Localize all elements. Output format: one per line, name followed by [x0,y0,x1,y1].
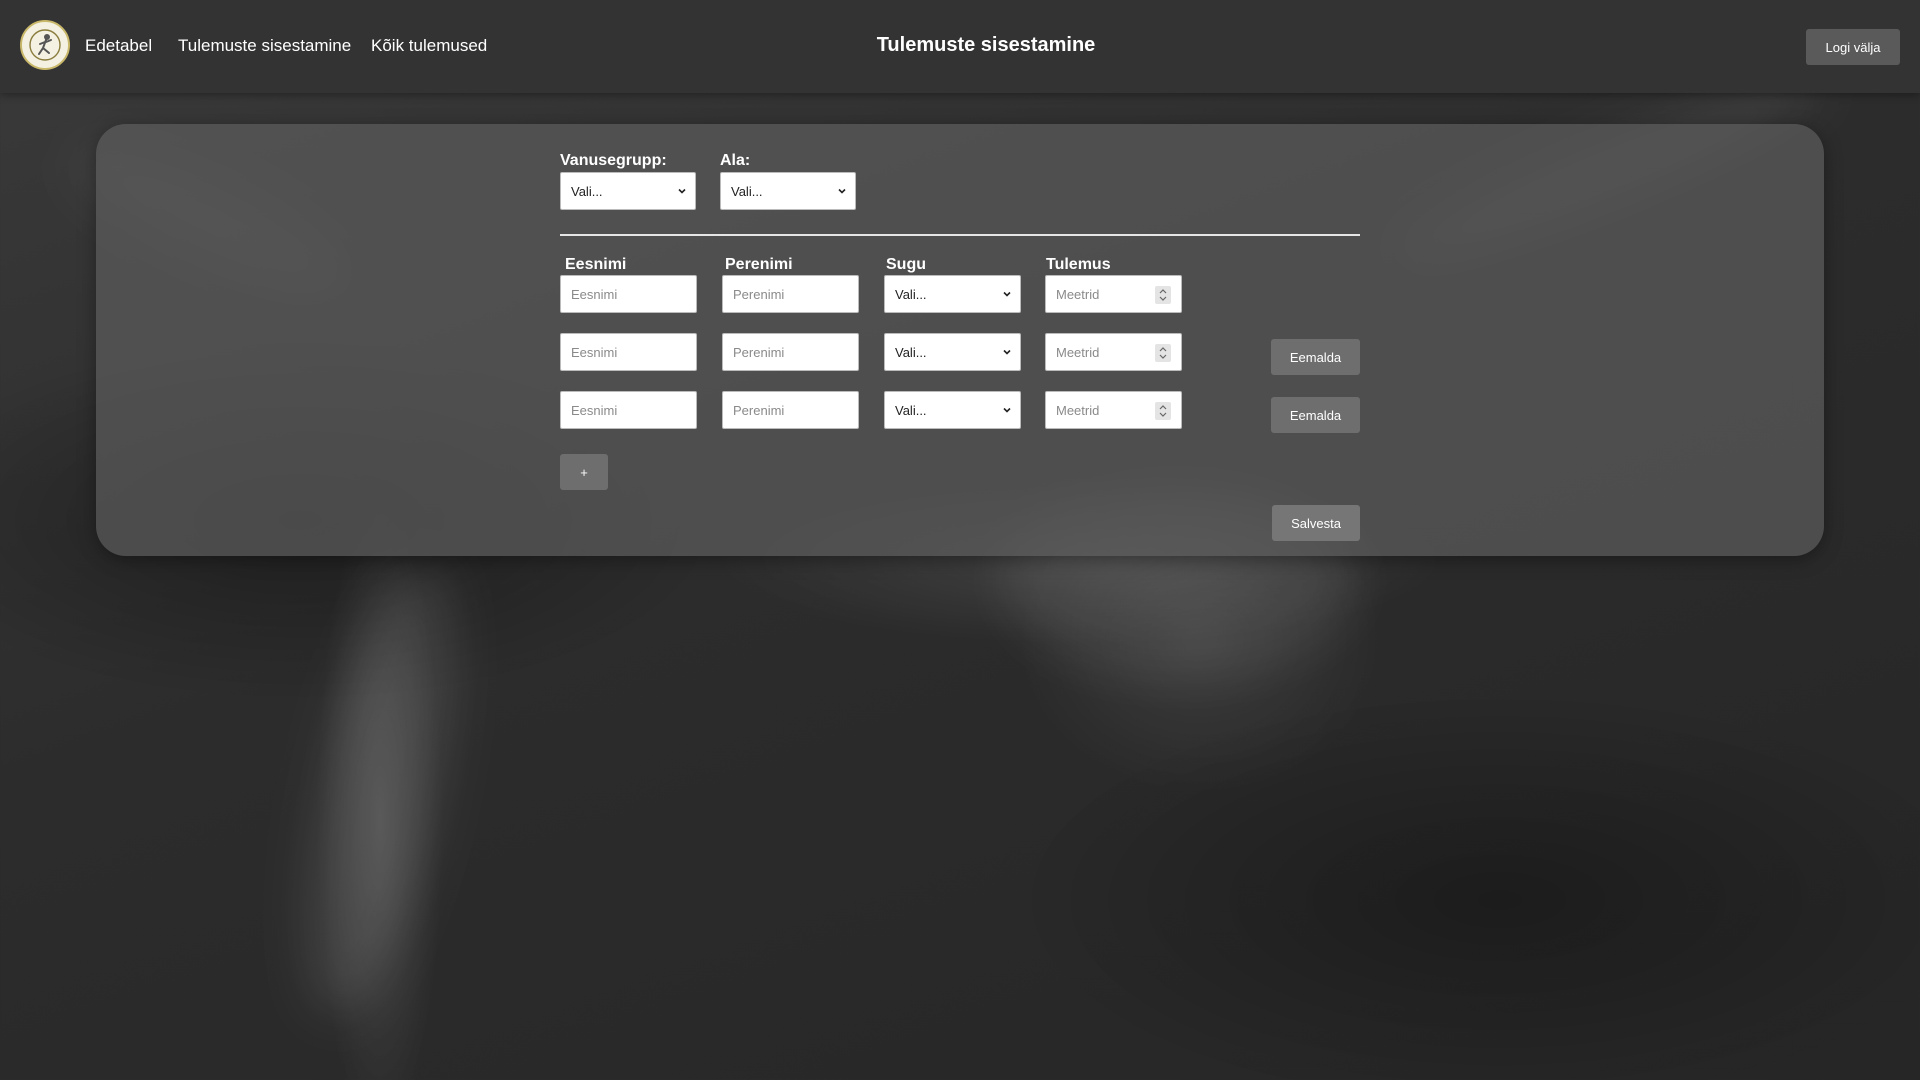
age-group-label: Vanusegrupp: [560,152,667,169]
remove-row-button[interactable]: Eemalda [1271,339,1360,375]
spinner-icon[interactable] [1155,286,1171,304]
result-input[interactable]: Meetrid [1045,333,1182,371]
spinner-icon[interactable] [1155,402,1171,420]
result-input[interactable]: Meetrid [1045,391,1182,429]
spinner-icon[interactable] [1155,344,1171,362]
gender-value: Vali... [895,402,927,418]
logout-button[interactable]: Logi välja [1806,29,1900,65]
last-name-input[interactable]: Perenimi [722,275,859,313]
event-value: Vali... [731,183,763,199]
background-shape [273,552,487,1028]
column-header-first-name: Eesnimi [565,256,627,273]
gender-value: Vali... [895,344,927,360]
event-select[interactable]: Vali... [720,172,856,210]
chevron-down-icon [1003,407,1011,413]
first-name-input[interactable]: Eesnimi [560,333,697,371]
nav-link-koik-tulemused[interactable]: Kõik tulemused [371,36,487,56]
last-name-input[interactable]: Perenimi [722,333,859,371]
chevron-down-icon [838,188,846,194]
column-header-last-name: Perenimi [725,256,793,273]
add-row-button[interactable]: + [560,454,608,490]
remove-row-button[interactable]: Eemalda [1271,397,1360,433]
save-button[interactable]: Salvesta [1272,505,1360,541]
result-input[interactable]: Meetrid [1045,275,1182,313]
top-navbar: Edetabel Tulemuste sisestamine Kõik tule… [0,0,1920,93]
logo-icon[interactable] [20,20,70,70]
gender-value: Vali... [895,286,927,302]
first-name-input[interactable]: Eesnimi [560,391,697,429]
column-header-gender: Sugu [886,256,926,273]
nav-link-tulemuste-sisestamine[interactable]: Tulemuste sisestamine [178,36,351,56]
column-header-result: Tulemus [1046,256,1111,273]
event-label: Ala: [720,152,751,169]
gender-select[interactable]: Vali... [884,391,1021,429]
gender-select[interactable]: Vali... [884,275,1021,313]
section-divider [560,234,1360,236]
first-name-input[interactable]: Eesnimi [560,275,697,313]
chevron-down-icon [1003,349,1011,355]
nav-link-edetabel[interactable]: Edetabel [85,36,152,56]
last-name-input[interactable]: Perenimi [722,391,859,429]
chevron-down-icon [678,188,686,194]
age-group-select[interactable]: Vali... [560,172,696,210]
age-group-value: Vali... [571,183,603,199]
chevron-down-icon [1003,291,1011,297]
gender-select[interactable]: Vali... [884,333,1021,371]
